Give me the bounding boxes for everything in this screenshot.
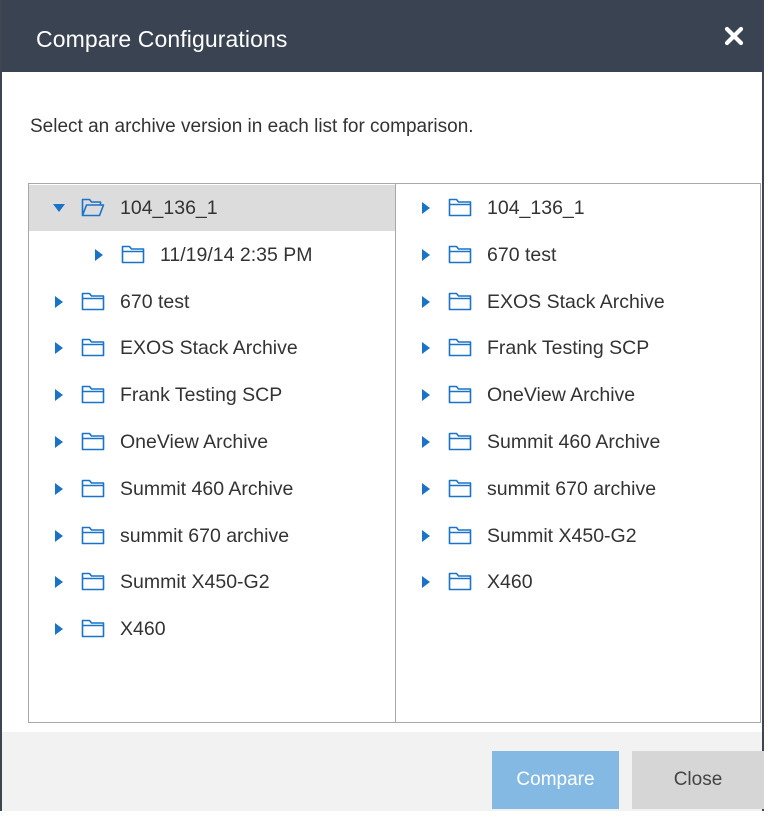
tree-item-label: summit 670 archive [487, 477, 657, 500]
folder-icon [448, 339, 472, 357]
chevron-right-icon[interactable] [52, 575, 66, 589]
tree-item-label: OneView Archive [120, 431, 269, 453]
chevron-right-icon[interactable] [419, 388, 433, 402]
chevron-right-icon[interactable] [52, 295, 66, 309]
chevron-right-icon[interactable] [419, 482, 433, 496]
left-tree-item[interactable]: OneView Archive [29, 419, 395, 465]
tree-item-label: 670 test [487, 243, 557, 266]
chevron-right-icon[interactable] [419, 435, 433, 449]
tree-item-label: OneView Archive [487, 384, 636, 407]
left-tree-item[interactable]: summit 670 archive [29, 513, 395, 559]
tree-item-label: X460 [487, 571, 533, 594]
folder-icon [81, 339, 105, 357]
instructions-text: Select an archive version in each list f… [30, 116, 474, 137]
compare-button[interactable]: Compare [492, 751, 619, 809]
left-archive-tree: 104_136_1 11/19/14 2:35 PM 670 test EXOS St… [29, 184, 396, 722]
chevron-right-icon[interactable] [52, 341, 66, 355]
folder-icon [81, 432, 105, 451]
close-icon[interactable] [722, 24, 746, 48]
tree-item-label: Frank Testing SCP [487, 337, 650, 360]
folder-icon [81, 526, 105, 544]
right-tree-item[interactable]: EXOS Stack Archive [397, 279, 760, 325]
tree-item-label: Summit X450-G2 [120, 571, 270, 594]
dialog-title: Compare Configurations [36, 26, 288, 52]
folder-icon [448, 292, 472, 310]
chevron-right-icon[interactable] [92, 248, 106, 262]
tree-item-label: Summit 460 Archive [120, 477, 294, 500]
folder-icon [81, 292, 105, 310]
folder-icon [81, 573, 105, 591]
dialog-footer: Compare Close [2, 732, 764, 811]
right-tree-item[interactable]: Frank Testing SCP [397, 325, 760, 371]
left-tree-item[interactable]: 670 test [29, 279, 395, 325]
folder-icon [121, 245, 145, 264]
tree-item-label: EXOS Stack Archive [120, 337, 298, 360]
folder-icon [448, 245, 472, 264]
right-archive-tree: 104_136_1 670 test EXOS Stack Archive Frank… [397, 184, 760, 722]
folder-open-icon [81, 198, 105, 217]
dialog-titlebar: Compare Configurations [2, 0, 762, 72]
folder-icon [81, 619, 105, 638]
chevron-right-icon[interactable] [419, 248, 433, 262]
left-tree-item[interactable]: EXOS Stack Archive [29, 325, 395, 371]
chevron-down-icon[interactable] [52, 201, 66, 215]
right-tree-item[interactable]: X460 [397, 559, 760, 605]
right-tree-item[interactable]: Summit 460 Archive [397, 419, 760, 465]
chevron-right-icon[interactable] [419, 341, 433, 355]
folder-icon [448, 432, 472, 451]
chevron-right-icon[interactable] [52, 482, 66, 496]
folder-icon [81, 385, 105, 404]
left-tree-item[interactable]: 11/19/14 2:35 PM [29, 232, 395, 278]
left-tree-item[interactable]: 104_136_1 [29, 185, 395, 231]
folder-icon [448, 385, 472, 404]
close-button[interactable]: Close [632, 751, 764, 809]
right-tree-item[interactable]: OneView Archive [397, 372, 760, 418]
chevron-right-icon[interactable] [419, 529, 433, 543]
left-tree-item[interactable]: Frank Testing SCP [29, 372, 395, 418]
tree-item-label: 104_136_1 [487, 197, 585, 219]
right-tree-item[interactable]: Summit X450-G2 [397, 513, 760, 559]
tree-item-label: Summit 460 Archive [487, 431, 661, 453]
tree-item-label: EXOS Stack Archive [487, 290, 665, 313]
tree-item-label: Summit X450-G2 [487, 524, 637, 547]
compare-configurations-dialog: Compare Configurations Select an archive… [0, 0, 764, 811]
chevron-right-icon[interactable] [419, 575, 433, 589]
chevron-right-icon[interactable] [52, 388, 66, 402]
folder-icon [448, 526, 472, 544]
right-tree-item[interactable]: summit 670 archive [397, 466, 760, 512]
folder-icon [81, 479, 105, 498]
left-tree-item[interactable]: Summit X450-G2 [29, 559, 395, 605]
chevron-right-icon[interactable] [52, 529, 66, 543]
tree-item-label: Frank Testing SCP [120, 384, 283, 407]
right-tree-item[interactable]: 670 test [397, 232, 760, 278]
folder-icon [448, 573, 472, 591]
tree-item-label: 104_136_1 [120, 197, 218, 219]
chevron-right-icon[interactable] [52, 435, 66, 449]
left-tree-item[interactable]: X460 [29, 606, 395, 652]
folder-icon [448, 198, 472, 217]
archive-lists: 104_136_1 11/19/14 2:35 PM 670 test EXOS St… [28, 183, 761, 723]
tree-item-label: 670 test [120, 290, 190, 313]
chevron-right-icon[interactable] [419, 295, 433, 309]
chevron-right-icon[interactable] [52, 622, 66, 636]
chevron-right-icon[interactable] [419, 201, 433, 215]
folder-icon [448, 479, 472, 498]
left-tree-item[interactable]: Summit 460 Archive [29, 466, 395, 512]
right-tree-item[interactable]: 104_136_1 [397, 185, 760, 231]
tree-item-label: X460 [120, 618, 166, 641]
tree-item-label: 11/19/14 2:35 PM [160, 243, 313, 266]
tree-item-label: summit 670 archive [120, 524, 290, 547]
